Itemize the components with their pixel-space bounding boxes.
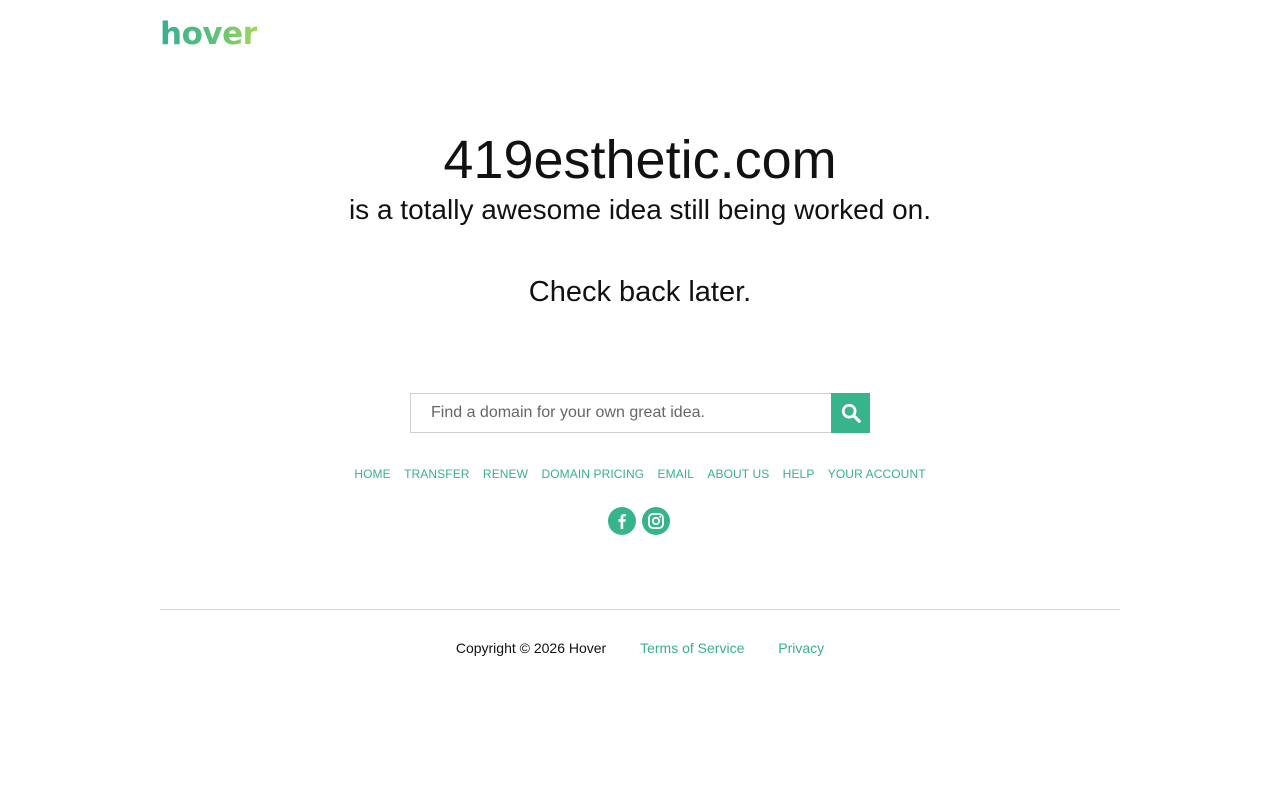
terms-of-service-link[interactable]: Terms of Service xyxy=(640,640,744,656)
nav-link-renew[interactable]: RENEW xyxy=(483,467,528,481)
facebook-icon xyxy=(618,513,626,529)
nav-link-about-us[interactable]: ABOUT US xyxy=(707,467,769,481)
footer-nav: HOME TRANSFER RENEW DOMAIN PRICING EMAIL… xyxy=(0,467,1280,481)
instagram-link[interactable] xyxy=(642,507,670,535)
hover-logo[interactable]: hover xyxy=(160,16,258,52)
site-footer: Copyright © 2026 Hover Terms of Service … xyxy=(0,640,1280,656)
domain-search-form xyxy=(410,393,870,433)
check-back-text: Check back later. xyxy=(528,276,752,308)
nav-link-help[interactable]: HELP xyxy=(783,467,815,481)
nav-link-domain-pricing[interactable]: DOMAIN PRICING xyxy=(541,467,644,481)
instagram-icon xyxy=(648,513,664,529)
search-button[interactable] xyxy=(831,393,870,433)
hero-section: 419esthetic.com is a totally awesome ide… xyxy=(0,128,1280,228)
domain-search-input[interactable] xyxy=(410,393,831,433)
nav-link-home[interactable]: HOME xyxy=(354,467,390,481)
nav-link-your-account[interactable]: YOUR ACCOUNT xyxy=(828,467,926,481)
tagline: is a totally awesome idea still being wo… xyxy=(348,194,932,225)
nav-link-transfer[interactable]: TRANSFER xyxy=(404,467,469,481)
nav-link-email[interactable]: EMAIL xyxy=(658,467,695,481)
copyright-text: Copyright © 2026 Hover xyxy=(455,640,607,656)
footer-divider xyxy=(160,609,1120,610)
social-links xyxy=(608,507,670,535)
facebook-link[interactable] xyxy=(608,507,636,535)
site-header: hover xyxy=(160,14,258,54)
privacy-link[interactable]: Privacy xyxy=(778,640,824,656)
search-icon xyxy=(841,403,861,423)
domain-title: 419esthetic.com xyxy=(443,130,837,190)
